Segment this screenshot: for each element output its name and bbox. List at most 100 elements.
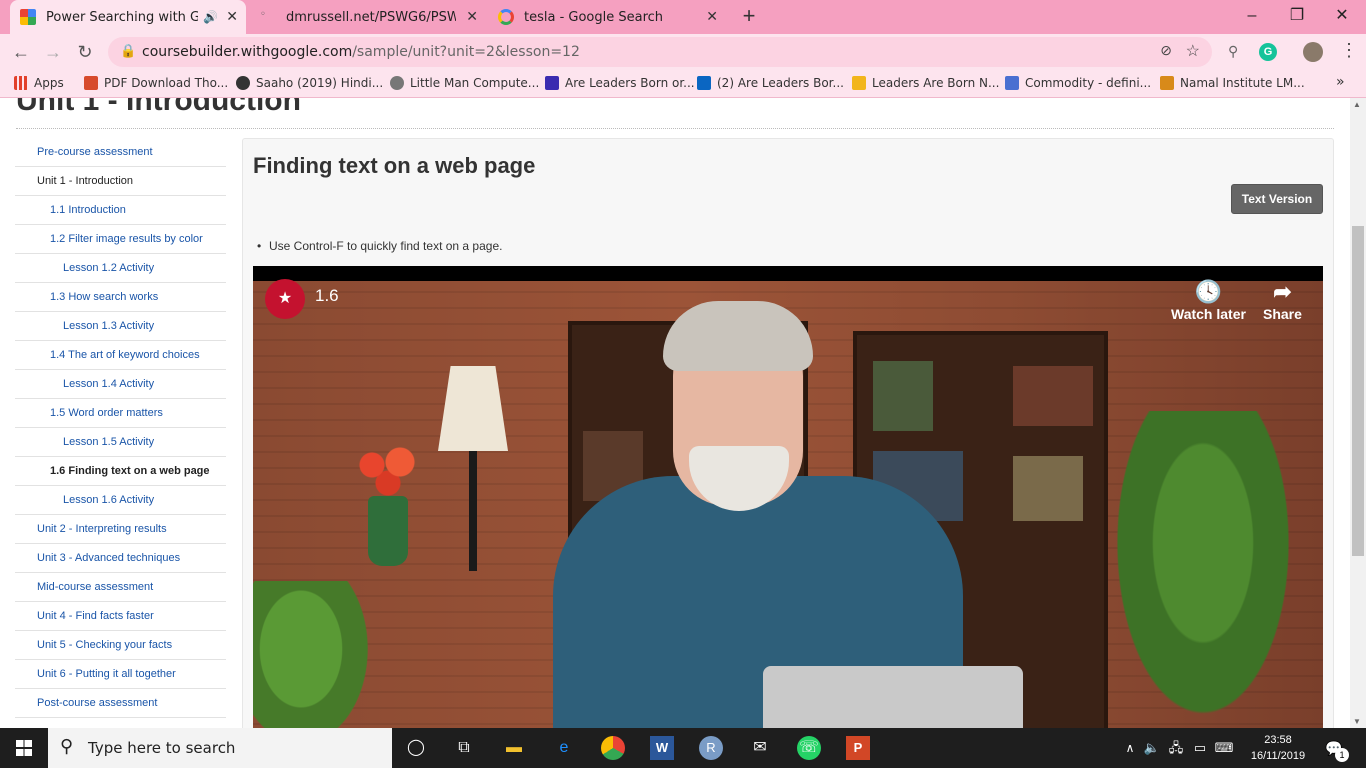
sidebar-item[interactable]: Lesson 1.2 Activity — [15, 254, 226, 283]
bookmark-commodity[interactable]: Commodity - defini... — [1005, 76, 1151, 90]
sidebar-item[interactable]: Lesson 1.5 Activity — [15, 428, 226, 457]
whatsapp-icon[interactable]: ☏ — [797, 736, 821, 760]
show-hidden-icons-icon[interactable]: ∧ — [1118, 736, 1142, 760]
grammarly-icon[interactable]: G — [1259, 43, 1277, 61]
linkedin-icon — [697, 76, 711, 90]
sidebar-item[interactable]: Unit 4 - Find facts faster — [15, 602, 226, 631]
laptop — [763, 666, 1023, 728]
file-explorer-icon[interactable]: ▬ — [502, 736, 526, 760]
close-tab-icon[interactable]: ✕ — [706, 9, 718, 25]
tab-power-searching[interactable]: Power Searching with Googl 🔊 ✕ — [10, 0, 246, 34]
sidebar-item[interactable]: Mid-course assessment — [15, 573, 226, 602]
edge-icon[interactable]: e — [552, 736, 576, 760]
channel-logo-icon[interactable]: ★ — [265, 279, 305, 319]
network-icon[interactable]: 🖧 — [1164, 736, 1188, 760]
bookmark-little-man[interactable]: Little Man Compute... — [390, 76, 539, 90]
clock-date: 16/11/2019 — [1250, 750, 1306, 762]
google-g-icon — [498, 9, 514, 25]
sidebar-item[interactable]: 1.4 The art of keyword choices — [15, 341, 226, 370]
bookmark-apps[interactable]: Apps — [14, 76, 64, 90]
sidebar-item[interactable]: 1.5 Word order matters — [15, 399, 226, 428]
close-window-button[interactable]: ✕ — [1320, 4, 1364, 28]
video-player[interactable]: ★ 1.6 🕓 Watch later ➦ Share — [253, 266, 1323, 728]
text-version-button[interactable]: Text Version — [1231, 184, 1323, 214]
start-button[interactable] — [0, 728, 48, 768]
back-icon[interactable]: ← — [10, 41, 32, 63]
sidebar-item[interactable]: Unit 5 - Checking your facts — [15, 631, 226, 660]
tab-tesla-search[interactable]: tesla - Google Search ✕ — [490, 0, 726, 34]
sidebar-item[interactable]: Lesson 1.4 Activity — [15, 370, 226, 399]
sidebar-item[interactable]: 1.2 Filter image results by color — [15, 225, 226, 254]
sidebar-item[interactable]: Unit 2 - Interpreting results — [15, 515, 226, 544]
sidebar-item[interactable]: Pre-course assessment — [15, 138, 226, 167]
forward-icon[interactable]: → — [42, 41, 64, 63]
sidebar-item[interactable]: 1.6 Finding text on a web page — [15, 457, 226, 486]
bookmark-namal[interactable]: Namal Institute LM... — [1160, 76, 1305, 90]
sidebar-item[interactable]: Unit 1 - Introduction — [15, 167, 226, 196]
menu-dots-icon[interactable]: ⋮ — [1340, 40, 1358, 61]
new-tab-button[interactable]: + — [736, 3, 762, 29]
lesson-panel: Finding text on a web page Text Version … — [242, 138, 1334, 728]
battery-icon[interactable]: ▭ — [1188, 736, 1212, 760]
scroll-down-icon[interactable]: ▼ — [1353, 717, 1361, 726]
scroll-up-icon[interactable]: ▲ — [1353, 100, 1361, 109]
bookmarks-overflow-button[interactable]: » — [1336, 74, 1345, 90]
tab-title: dmrussell.net/PSWG6/PSWG6_1.( — [286, 9, 456, 25]
sidebar-item[interactable]: 1.3 How search works — [15, 283, 226, 312]
scrollbar-thumb[interactable] — [1352, 226, 1364, 556]
extension-key-icon[interactable]: ⚲ — [1228, 43, 1238, 60]
school-icon — [1160, 76, 1174, 90]
video-title[interactable]: 1.6 — [315, 286, 339, 306]
sidebar-item[interactable]: Lesson 1.6 Activity — [15, 486, 226, 515]
course-sidebar: Pre-course assessment Unit 1 - Introducti… — [15, 138, 226, 718]
film-icon — [236, 76, 250, 90]
minimize-button[interactable]: – — [1230, 4, 1274, 28]
taskbar-search[interactable]: ⚲ Type here to search — [48, 728, 392, 768]
sidebar-item[interactable]: 1.1 Introduction — [15, 196, 226, 225]
tab-dmrussell[interactable]: ◦ dmrussell.net/PSWG6/PSWG6_1.( ✕ — [250, 0, 486, 34]
volume-icon[interactable]: 🔈 — [1140, 736, 1164, 760]
bookmark-linkedin[interactable]: (2) Are Leaders Bor... — [697, 76, 844, 90]
plant — [1103, 411, 1303, 728]
chrome-icon[interactable] — [601, 736, 625, 760]
bing-icon — [545, 76, 559, 90]
share-arrow-icon: ➦ — [1273, 279, 1292, 304]
flowers — [348, 441, 428, 501]
url-text: coursebuilder.withgoogle.com/sample/unit… — [142, 44, 580, 60]
bookmark-leaders-are-born[interactable]: Leaders Are Born N... — [852, 76, 999, 90]
article-icon — [852, 76, 866, 90]
share-button[interactable]: ➦ Share — [1263, 278, 1302, 322]
keyboard-icon[interactable]: ⌨ — [1212, 736, 1236, 760]
bookmark-saaho[interactable]: Saaho (2019) Hindi... — [236, 76, 383, 90]
sidebar-item[interactable]: Unit 6 - Putting it all together — [15, 660, 226, 689]
close-tab-icon[interactable]: ✕ — [226, 9, 238, 25]
r-app-icon[interactable]: R — [699, 736, 723, 760]
sidebar-item[interactable]: Unit 3 - Advanced techniques — [15, 544, 226, 573]
cortana-icon[interactable]: ◯ — [404, 736, 428, 760]
close-tab-icon[interactable]: ✕ — [466, 9, 478, 25]
tab-title: Power Searching with Googl — [46, 9, 198, 25]
sidebar-item[interactable]: Lesson 1.3 Activity — [15, 312, 226, 341]
maximize-button[interactable]: ❐ — [1275, 4, 1319, 28]
tab-bar: Power Searching with Googl 🔊 ✕ ◦ dmrusse… — [0, 0, 1366, 34]
mail-icon[interactable]: ✉ — [748, 736, 772, 760]
reload-icon[interactable]: ↻ — [74, 41, 96, 63]
incognito-blocked-icon[interactable]: ⊘ — [1160, 42, 1172, 59]
sidebar-item[interactable]: Post-course assessment — [15, 689, 226, 718]
powerpoint-icon[interactable]: P — [846, 736, 870, 760]
lesson-title: Finding text on a web page — [253, 153, 536, 178]
lock-icon: 🔒 — [120, 43, 137, 58]
bookmarks-bar: Apps PDF Download Tho... Saaho (2019) Hi… — [0, 70, 1366, 98]
task-view-icon[interactable]: ⧉ — [452, 736, 476, 760]
bookmark-leaders-born[interactable]: Are Leaders Born or... — [545, 76, 695, 90]
address-bar[interactable]: 🔒 coursebuilder.withgoogle.com/sample/un… — [108, 37, 1212, 67]
bookmark-pdf-download[interactable]: PDF Download Tho... — [84, 76, 228, 90]
clock-time: 23:58 — [1264, 734, 1292, 746]
google-favicon-icon — [20, 9, 36, 25]
watch-later-button[interactable]: 🕓 Watch later — [1171, 278, 1246, 322]
browser-toolbar: ← → ↻ 🔒 coursebuilder.withgoogle.com/sam… — [0, 34, 1366, 70]
taskbar-clock[interactable]: 23:58 16/11/2019 — [1248, 732, 1308, 764]
word-icon[interactable]: W — [650, 736, 674, 760]
profile-avatar[interactable] — [1303, 42, 1323, 62]
bookmark-star-icon[interactable]: ☆ — [1186, 41, 1200, 61]
